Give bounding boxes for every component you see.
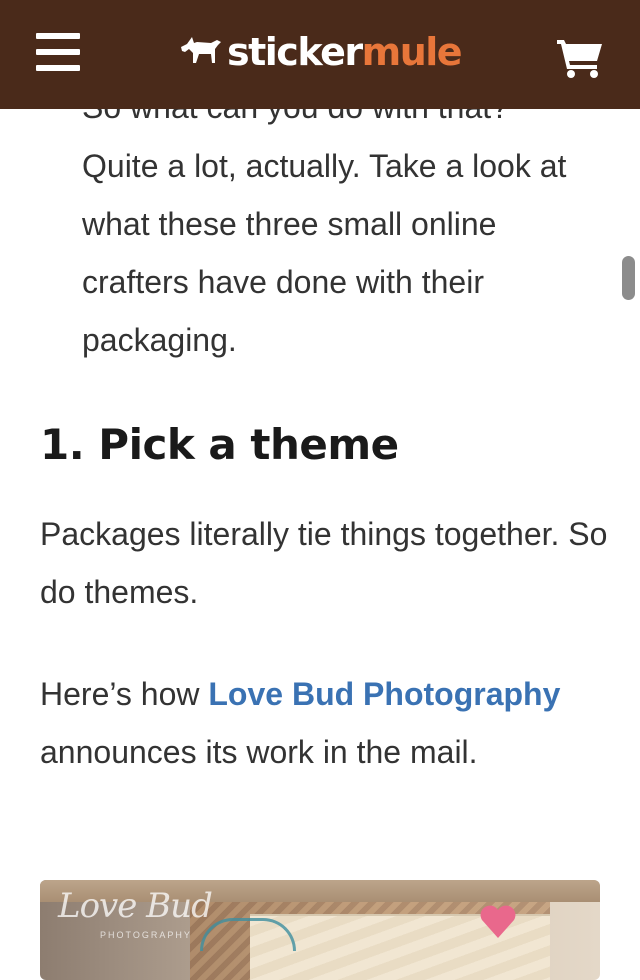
site-header: stickermule <box>0 0 640 109</box>
paragraph-love-bud: Here’s how Love Bud Photography announce… <box>40 665 610 781</box>
love-bud-package-photo: Love Bud PHOTOGRAPHY <box>40 880 600 980</box>
paragraph-text-before: Here’s how <box>40 676 209 712</box>
logo-wordmark: stickermule <box>227 28 463 76</box>
article-content: So what can you do with that? Quite a lo… <box>0 0 640 980</box>
mule-logo-icon <box>181 37 221 63</box>
watermark-subtitle: PHOTOGRAPHY <box>100 930 192 940</box>
shopping-cart-icon[interactable] <box>555 36 605 78</box>
intro-paragraph: Quite a lot, actually. Take a look at wh… <box>82 148 567 358</box>
twine-ribbon <box>200 918 296 951</box>
watermark-script: Love Bud <box>58 886 213 926</box>
paragraph-text-after: announces its work in the mail. <box>40 734 478 770</box>
paragraph-themes: Packages literally tie things together. … <box>40 516 608 610</box>
logo-word-mule: mule <box>361 30 463 74</box>
hamburger-menu-icon[interactable] <box>36 31 82 73</box>
scrollbar[interactable] <box>622 256 635 300</box>
love-bud-photography-link[interactable]: Love Bud Photography <box>208 676 560 712</box>
section-heading: 1. Pick a theme <box>40 420 399 469</box>
stickermule-logo[interactable]: stickermule <box>179 28 463 76</box>
logo-word-sticker: sticker <box>227 30 363 74</box>
heart-icon <box>480 905 516 938</box>
